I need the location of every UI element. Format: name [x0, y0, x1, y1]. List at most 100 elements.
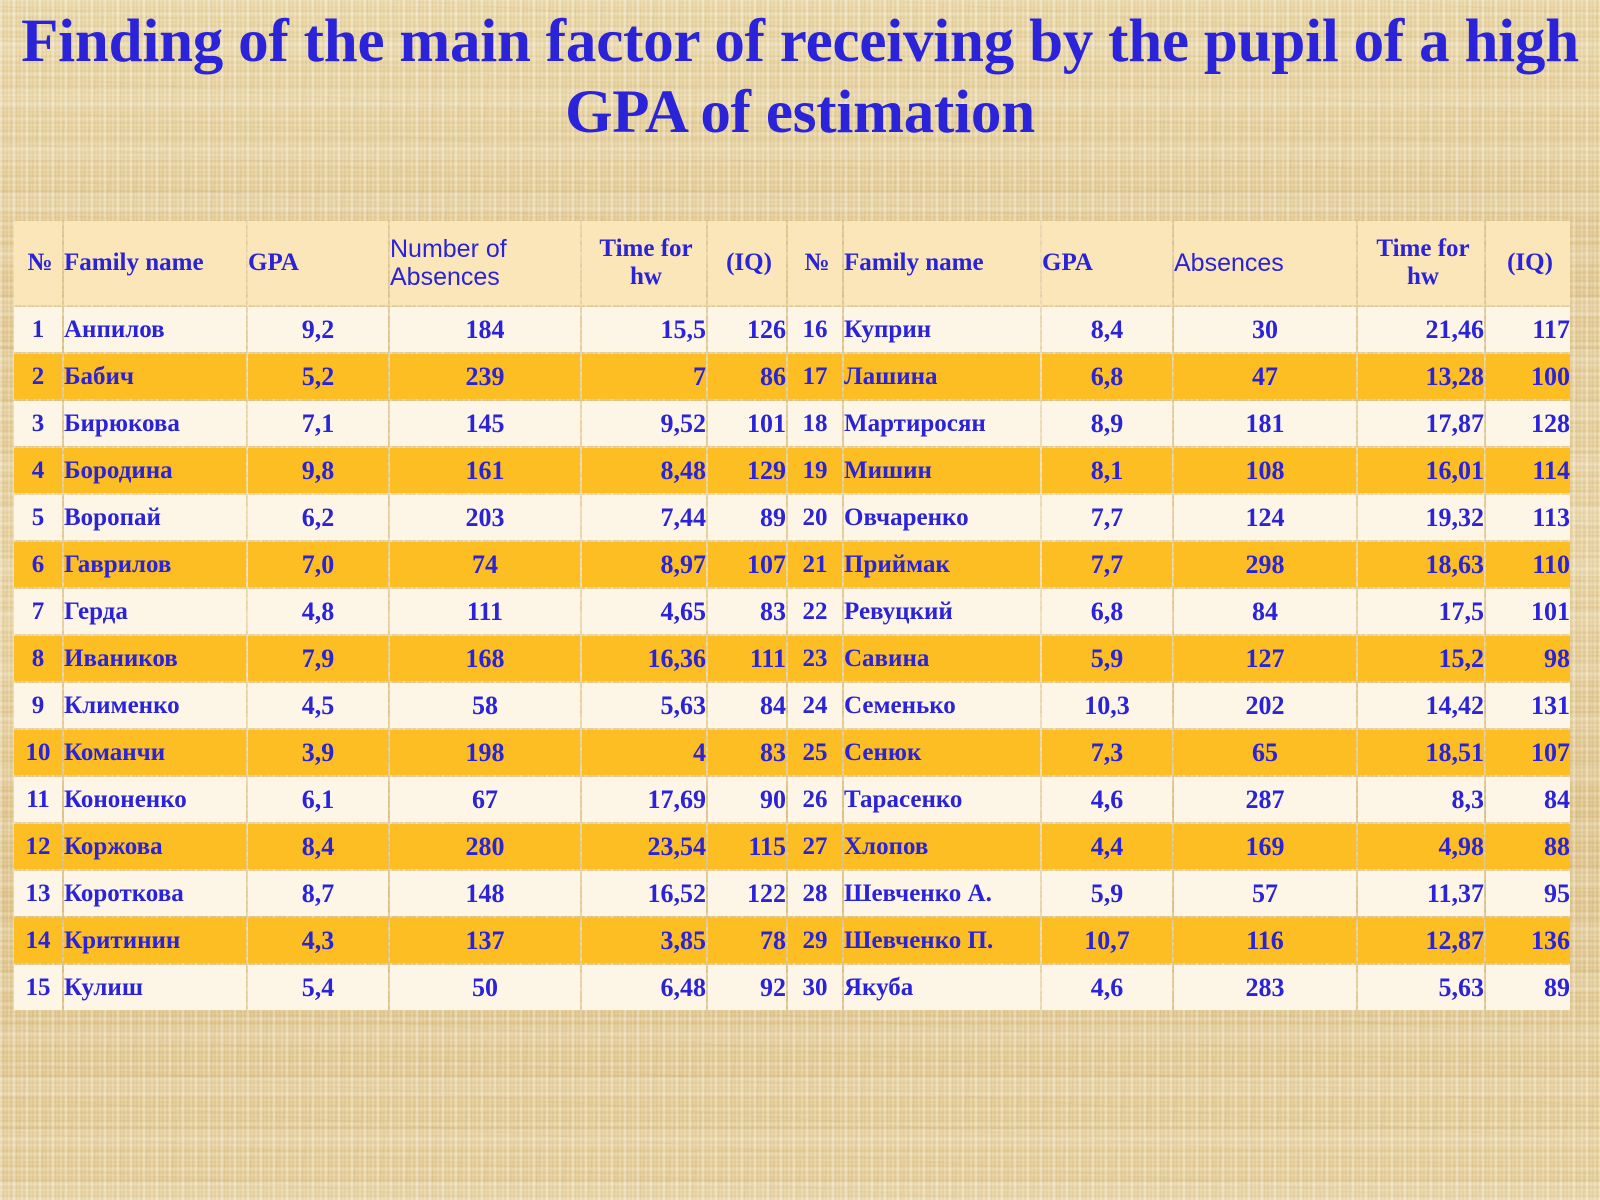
header-right-gpa: GPA [1042, 221, 1172, 305]
cell-gpa: 5,9 [1042, 871, 1172, 916]
cell-absences: 47 [1174, 354, 1356, 399]
cell-gpa: 8,4 [248, 824, 388, 869]
cell-family-name: Мартиросян [844, 401, 1040, 446]
header-left-gpa: GPA [248, 221, 388, 305]
cell-time-for-hw: 18,51 [1358, 730, 1484, 775]
cell-time-for-hw: 3,85 [582, 918, 706, 963]
cell-no: 1 [14, 307, 62, 352]
header-right-time: Time for hw [1358, 221, 1484, 305]
cell-absences: 116 [1174, 918, 1356, 963]
cell-time-for-hw: 16,01 [1358, 448, 1484, 493]
cell-absences: 184 [390, 307, 580, 352]
cell-iq: 129 [708, 448, 786, 493]
cell-time-for-hw: 5,63 [1358, 965, 1484, 1010]
cell-time-for-hw: 16,36 [582, 636, 706, 681]
cell-time-for-hw: 6,48 [582, 965, 706, 1010]
cell-absences: 30 [1174, 307, 1356, 352]
cell-iq: 89 [1486, 965, 1570, 1010]
cell-no: 3 [14, 401, 62, 446]
cell-family-name: Кулиш [64, 965, 246, 1010]
cell-absences: 239 [390, 354, 580, 399]
cell-time-for-hw: 17,5 [1358, 589, 1484, 634]
cell-absences: 67 [390, 777, 580, 822]
cell-gpa: 4,5 [248, 683, 388, 728]
header-right-iq: (IQ) [1486, 221, 1570, 305]
cell-no: 2 [14, 354, 62, 399]
cell-time-for-hw: 19,32 [1358, 495, 1484, 540]
cell-gpa: 3,9 [248, 730, 388, 775]
cell-no: 10 [14, 730, 62, 775]
cell-iq: 117 [1486, 307, 1570, 352]
cell-iq: 101 [1486, 589, 1570, 634]
cell-no: 27 [788, 824, 842, 869]
cell-time-for-hw: 7,44 [582, 495, 706, 540]
table-body: 1 Анпилов 9,2 184 15,5 126 16 Куприн 8,4 30 21,46 1… [14, 307, 1570, 1010]
table-row: 7 Герда 4,8 111 4,65 83 22 Ревуцкий 6,8 84 17,5 101 [14, 589, 1570, 634]
cell-no: 6 [14, 542, 62, 587]
table-row: 5 Воропай 6,2 203 7,44 89 20 Овчаренко 7,7 124 19,… [14, 495, 1570, 540]
table-row: 15 Кулиш 5,4 50 6,48 92 30 Якуба 4,6 283 5,63 89 [14, 965, 1570, 1010]
cell-no: 4 [14, 448, 62, 493]
cell-iq: 78 [708, 918, 786, 963]
header-left-time: Time for hw [582, 221, 706, 305]
cell-family-name: Семенько [844, 683, 1040, 728]
cell-time-for-hw: 4,98 [1358, 824, 1484, 869]
cell-absences: 181 [1174, 401, 1356, 446]
cell-no: 20 [788, 495, 842, 540]
cell-gpa: 9,2 [248, 307, 388, 352]
cell-absences: 127 [1174, 636, 1356, 681]
cell-time-for-hw: 9,52 [582, 401, 706, 446]
cell-gpa: 4,4 [1042, 824, 1172, 869]
cell-no: 7 [14, 589, 62, 634]
cell-gpa: 5,2 [248, 354, 388, 399]
cell-family-name: Савина [844, 636, 1040, 681]
cell-absences: 202 [1174, 683, 1356, 728]
cell-gpa: 4,3 [248, 918, 388, 963]
cell-time-for-hw: 8,97 [582, 542, 706, 587]
cell-absences: 203 [390, 495, 580, 540]
cell-no: 17 [788, 354, 842, 399]
cell-family-name: Шевченко П. [844, 918, 1040, 963]
cell-time-for-hw: 13,28 [1358, 354, 1484, 399]
cell-iq: 131 [1486, 683, 1570, 728]
cell-absences: 298 [1174, 542, 1356, 587]
cell-gpa: 10,3 [1042, 683, 1172, 728]
cell-iq: 111 [708, 636, 786, 681]
cell-absences: 124 [1174, 495, 1356, 540]
cell-absences: 58 [390, 683, 580, 728]
page-title: Finding of the main factor of receiving … [21, 8, 1579, 147]
header-right-no: № [788, 221, 842, 305]
cell-gpa: 5,4 [248, 965, 388, 1010]
cell-family-name: Шевченко А. [844, 871, 1040, 916]
cell-no: 29 [788, 918, 842, 963]
table-row: 1 Анпилов 9,2 184 15,5 126 16 Куприн 8,4 30 21,46 1… [14, 307, 1570, 352]
cell-family-name: Коржова [64, 824, 246, 869]
cell-absences: 169 [1174, 824, 1356, 869]
cell-gpa: 8,1 [1042, 448, 1172, 493]
cell-gpa: 4,6 [1042, 777, 1172, 822]
cell-no: 13 [14, 871, 62, 916]
cell-time-for-hw: 15,2 [1358, 636, 1484, 681]
cell-absences: 65 [1174, 730, 1356, 775]
cell-family-name: Лашина [844, 354, 1040, 399]
cell-family-name: Бирюкова [64, 401, 246, 446]
cell-time-for-hw: 5,63 [582, 683, 706, 728]
cell-gpa: 5,9 [1042, 636, 1172, 681]
cell-family-name: Анпилов [64, 307, 246, 352]
table-row: 6 Гаврилов 7,0 74 8,97 107 21 Приймак 7,7 298 18,6… [14, 542, 1570, 587]
cell-no: 8 [14, 636, 62, 681]
cell-iq: 136 [1486, 918, 1570, 963]
cell-family-name: Команчи [64, 730, 246, 775]
header-left-absences: Number of Absences [390, 221, 580, 305]
cell-family-name: Клименко [64, 683, 246, 728]
cell-iq: 86 [708, 354, 786, 399]
cell-iq: 122 [708, 871, 786, 916]
table-row: 11 Кононенко 6,1 67 17,69 90 26 Тарасенко 4,6 287… [14, 777, 1570, 822]
cell-time-for-hw: 17,87 [1358, 401, 1484, 446]
cell-gpa: 6,8 [1042, 354, 1172, 399]
cell-gpa: 6,8 [1042, 589, 1172, 634]
cell-time-for-hw: 23,54 [582, 824, 706, 869]
cell-no: 19 [788, 448, 842, 493]
cell-gpa: 9,8 [248, 448, 388, 493]
table-row: 2 Бабич 5,2 239 7 86 17 Лашина 6,8 47 13,28 100 [14, 354, 1570, 399]
